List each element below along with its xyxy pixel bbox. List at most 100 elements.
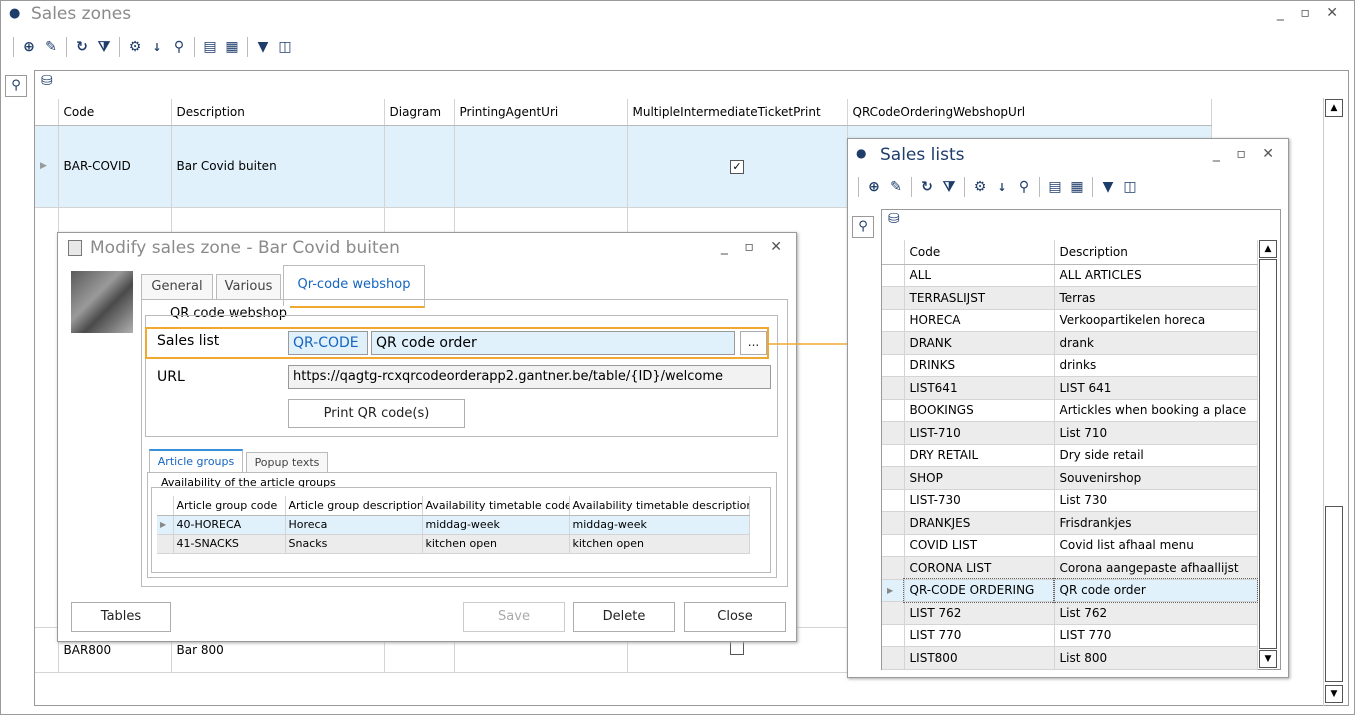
cell-description[interactable]: drank — [1054, 331, 1258, 355]
cell-description[interactable]: Covid list afhaal menu — [1054, 534, 1258, 557]
edit-icon[interactable]: ✎ — [40, 36, 62, 58]
clear-filter-icon[interactable]: ⧩ — [938, 176, 960, 198]
cell-description[interactable]: Frisdrankjes — [1054, 511, 1258, 535]
sales-list-value-field[interactable]: QR code order — [371, 331, 735, 355]
cell-description[interactable]: Souvenirshop — [1054, 466, 1258, 490]
cell-code[interactable]: SHOP — [904, 466, 1055, 490]
database-icon[interactable]: ⛁ — [888, 211, 900, 227]
cell-code[interactable]: ALL — [904, 264, 1055, 287]
settings-icon[interactable]: ⚙ — [969, 176, 991, 198]
cell-code[interactable]: DRINKS — [904, 354, 1055, 377]
cell[interactable]: Horeca — [285, 515, 423, 535]
edit-icon[interactable]: ✎ — [885, 176, 907, 198]
sort-icon[interactable]: ↓ — [146, 36, 168, 58]
cell-code[interactable]: LIST800 — [904, 646, 1055, 670]
main-scrollbar[interactable]: ▲ ▼ — [1323, 98, 1345, 706]
scroll-down-icon[interactable]: ▼ — [1325, 685, 1343, 703]
col-code[interactable]: Code — [904, 240, 1055, 265]
cell-code[interactable]: LIST 762 — [904, 601, 1055, 625]
tables-button[interactable]: Tables — [71, 602, 171, 632]
columns-icon[interactable]: ◫ — [1119, 176, 1141, 198]
cell-code[interactable]: LIST-730 — [904, 489, 1055, 512]
url-field[interactable]: https://qagtg-rcxqrcodeorderapp2.gantner… — [288, 365, 771, 389]
cell-description[interactable]: Bar Covid buiten — [171, 125, 385, 208]
col-description[interactable]: Description — [1054, 240, 1258, 265]
close-button[interactable]: Close — [684, 602, 786, 632]
refresh-icon[interactable]: ↻ — [71, 36, 93, 58]
query-icon[interactable]: ⚲ — [852, 216, 874, 238]
col-qr-webshop-url[interactable]: QRCodeOrderingWebshopUrl — [847, 99, 1212, 126]
print-qr-codes-button[interactable]: Print QR code(s) — [288, 399, 465, 428]
table-row[interactable]: LIST641 LIST 641 — [882, 376, 1258, 400]
export-icon[interactable]: ▦ — [1066, 176, 1088, 198]
search-icon[interactable]: ⚲ — [168, 36, 190, 58]
delete-button[interactable]: Delete — [573, 602, 675, 632]
dialog-window-controls[interactable]: _ ▫ ✕ — [721, 239, 788, 255]
tab-various[interactable]: Various — [216, 274, 281, 300]
tab-general[interactable]: General — [141, 274, 213, 300]
table-row[interactable]: ALL ALL ARTICLES — [882, 264, 1258, 287]
col-article-group-code[interactable]: Article group code — [173, 496, 286, 516]
cell-code[interactable]: DRANKJES — [904, 511, 1055, 535]
add-icon[interactable]: ⊕ — [18, 36, 40, 58]
subtab-popup-texts[interactable]: Popup texts — [246, 452, 328, 473]
query-icon[interactable]: ⚲ — [5, 75, 27, 97]
cell[interactable]: Snacks — [285, 534, 423, 554]
cell-description[interactable]: LIST 641 — [1054, 376, 1258, 400]
table-row[interactable]: COVID LIST Covid list afhaal menu — [882, 534, 1258, 557]
cell[interactable]: middag-week — [422, 515, 570, 535]
database-icon[interactable]: ⛁ — [41, 73, 53, 89]
print-icon[interactable]: ▤ — [1044, 176, 1066, 198]
table-row[interactable]: ▶ 40-HORECA Horeca middag-week middag-we… — [157, 515, 750, 535]
table-row[interactable]: TERRASLIJST Terras — [882, 286, 1258, 310]
scroll-thumb[interactable] — [1325, 506, 1343, 682]
scroll-down-icon[interactable]: ▼ — [1259, 650, 1277, 668]
cell-description[interactable]: List 710 — [1054, 421, 1258, 445]
cell-code[interactable]: CORONA LIST — [904, 556, 1055, 580]
subtab-article-groups[interactable]: Article groups — [149, 449, 243, 473]
filter-icon[interactable]: ▼ — [1097, 176, 1119, 198]
cell-description[interactable]: LIST 770 — [1054, 624, 1258, 647]
col-article-group-description[interactable]: Article group description — [285, 496, 423, 516]
cell-code[interactable]: HORECA — [904, 309, 1055, 332]
save-button[interactable]: Save — [463, 602, 565, 632]
clear-filter-icon[interactable]: ⧩ — [93, 36, 115, 58]
settings-icon[interactable]: ⚙ — [124, 36, 146, 58]
cell-code[interactable]: LIST 770 — [904, 624, 1055, 647]
cell-description[interactable]: Corona aangepaste afhaallijst — [1054, 556, 1258, 580]
cell-description[interactable]: List 762 — [1054, 601, 1258, 625]
cell-description[interactable]: List 800 — [1054, 646, 1258, 670]
col-availability-description[interactable]: Availability timetable description — [569, 496, 750, 516]
table-row[interactable]: SHOP Souvenirshop — [882, 466, 1258, 490]
cell[interactable]: 40-HORECA — [173, 515, 286, 535]
cell-description[interactable]: Artickles when booking a place — [1054, 399, 1258, 422]
cell-code[interactable]: DRANK — [904, 331, 1055, 355]
table-row[interactable]: LIST 762 List 762 — [882, 601, 1258, 625]
table-row[interactable]: HORECA Verkoopartikelen horeca — [882, 309, 1258, 332]
cell-code[interactable]: DRY RETAIL — [904, 444, 1055, 467]
cell[interactable]: kitchen open — [422, 534, 570, 554]
table-row[interactable]: DRANKJES Frisdrankjes — [882, 511, 1258, 535]
table-row[interactable]: LIST-710 List 710 — [882, 421, 1258, 445]
sales-list-code-field[interactable]: QR-CODE — [288, 331, 368, 355]
col-code[interactable]: Code — [58, 99, 172, 126]
scroll-up-icon[interactable]: ▲ — [1325, 99, 1343, 117]
scroll-up-icon[interactable]: ▲ — [1259, 240, 1277, 258]
table-row[interactable]: LIST-730 List 730 — [882, 489, 1258, 512]
table-row[interactable]: DRY RETAIL Dry side retail — [882, 444, 1258, 467]
table-row[interactable]: 41-SNACKS Snacks kitchen open kitchen op… — [157, 534, 750, 554]
col-printing-agent-uri[interactable]: PrintingAgentUri — [454, 99, 628, 126]
table-row[interactable]: ▶ QR-CODE ORDERING QR code order — [882, 578, 1258, 603]
table-row[interactable]: DRINKS drinks — [882, 354, 1258, 377]
col-diagram[interactable]: Diagram — [384, 99, 455, 126]
table-row[interactable]: CORONA LIST Corona aangepaste afhaallijst — [882, 556, 1258, 580]
cell-description[interactable]: Dry side retail — [1054, 444, 1258, 467]
table-row[interactable]: LIST 770 LIST 770 — [882, 624, 1258, 647]
checkbox[interactable]: ✓ — [730, 159, 744, 174]
cell-code[interactable]: LIST-710 — [904, 421, 1055, 445]
table-row[interactable]: BOOKINGS Artickles when booking a place — [882, 399, 1258, 422]
cell-code[interactable]: BOOKINGS — [904, 399, 1055, 422]
col-multiple-intermediate[interactable]: MultipleIntermediateTicketPrint — [627, 99, 848, 126]
add-icon[interactable]: ⊕ — [863, 176, 885, 198]
window-controls[interactable]: _ ▫ ✕ — [1277, 5, 1344, 21]
